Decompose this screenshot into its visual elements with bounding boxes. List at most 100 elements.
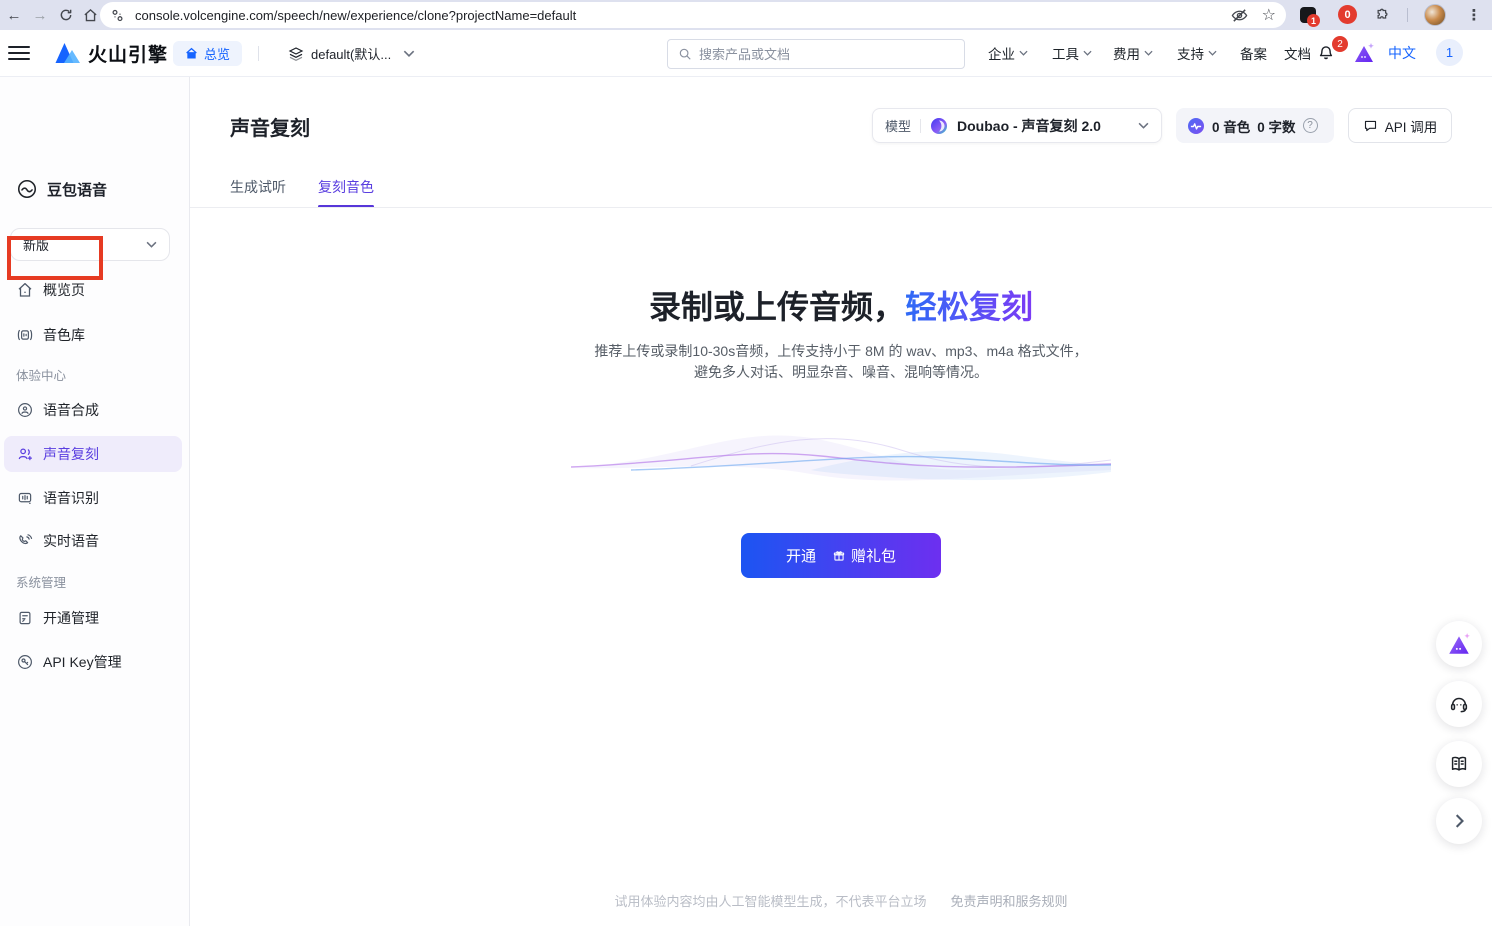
- api-call-button[interactable]: API 调用: [1348, 108, 1452, 143]
- overview-button[interactable]: 总览: [173, 41, 242, 66]
- usage-stats: 0 音色 0 字数 ?: [1176, 108, 1334, 143]
- tab-generate-preview[interactable]: 生成试听: [230, 177, 286, 197]
- tab-clone-voice[interactable]: 复刻音色: [318, 177, 374, 197]
- sidebar-item-label: API Key管理: [43, 652, 122, 672]
- product-header: 豆包语音: [16, 178, 107, 200]
- nav-menu-icp[interactable]: 备案: [1240, 42, 1267, 64]
- model-selector[interactable]: 模型 Doubao - 声音复刻 2.0: [872, 108, 1162, 143]
- hero-title-main: 录制或上传音频，: [649, 289, 905, 325]
- gift-pack: 赠礼包: [832, 545, 896, 566]
- forward-icon[interactable]: →: [28, 0, 52, 30]
- char-count: 0 字数: [1257, 116, 1295, 136]
- bookmark-star-icon[interactable]: ☆: [1262, 5, 1276, 25]
- site-info-icon[interactable]: [110, 8, 125, 23]
- notification-badge: 2: [1332, 36, 1348, 52]
- help-icon[interactable]: ?: [1303, 118, 1318, 133]
- product-name: 豆包语音: [47, 179, 107, 200]
- eye-off-icon[interactable]: [1231, 7, 1248, 24]
- page-title: 声音复刻: [230, 112, 310, 141]
- voice-clone-icon: [16, 445, 34, 463]
- nav-menu-support[interactable]: 支持: [1177, 42, 1217, 64]
- language-switch[interactable]: 中文: [1388, 43, 1416, 63]
- adblock-icon[interactable]: 0: [1338, 5, 1357, 24]
- extension-badge: 1: [1307, 14, 1320, 27]
- browser-toolbar: ← → console.volcengine.com/speech/new/ex…: [0, 0, 1492, 30]
- key-icon: [16, 653, 34, 671]
- address-bar[interactable]: console.volcengine.com/speech/new/experi…: [100, 2, 1286, 28]
- nav-menu-enterprise[interactable]: 企业: [988, 42, 1028, 64]
- hero-description: 推荐上传或录制10-30s音频，上传支持小于 8M 的 wav、mp3、m4a …: [190, 341, 1492, 383]
- menu-label: 工具: [1052, 43, 1079, 63]
- logo-text: 火山引擎: [88, 40, 168, 67]
- layers-icon: [288, 46, 304, 62]
- refresh-icon[interactable]: [54, 0, 78, 30]
- chevron-down-icon: [1083, 50, 1092, 56]
- search-icon: [678, 47, 692, 61]
- nav-menu-billing[interactable]: 费用: [1113, 42, 1153, 64]
- back-icon[interactable]: ←: [2, 0, 26, 30]
- notifications-button[interactable]: 2: [1316, 41, 1340, 65]
- volcengine-mountain-icon: [55, 42, 81, 64]
- volcengine-logo[interactable]: 火山引擎: [55, 38, 168, 68]
- extensions-puzzle-icon[interactable]: [1370, 0, 1394, 30]
- chevron-down-icon: [146, 241, 157, 248]
- chevron-down-icon: [1019, 50, 1028, 56]
- sidebar-item-label: 语音识别: [43, 488, 99, 508]
- support-fab[interactable]: [1436, 681, 1482, 727]
- chevron-down-icon: [1138, 122, 1149, 129]
- ai-assistant-icon[interactable]: [1352, 41, 1376, 65]
- docs-fab[interactable]: [1436, 741, 1482, 787]
- footer-terms-link[interactable]: 免责声明和服务规则: [951, 894, 1068, 909]
- activate-label: 开通: [786, 545, 816, 566]
- browser-menu-icon[interactable]: ⋮: [1462, 0, 1486, 30]
- sidebar-item-voice-clone[interactable]: 声音复刻: [4, 436, 182, 472]
- nav-menu-tools[interactable]: 工具: [1052, 42, 1092, 64]
- toolbar-divider: [1407, 8, 1408, 22]
- global-search[interactable]: [667, 39, 965, 69]
- speech-recognition-icon: [16, 489, 34, 507]
- sidebar-item-realtime[interactable]: 实时语音: [4, 523, 182, 559]
- hamburger-menu-icon[interactable]: [8, 43, 30, 63]
- account-avatar[interactable]: 1: [1436, 39, 1463, 66]
- speech-synthesis-icon: [16, 401, 34, 419]
- realtime-voice-icon: [16, 532, 34, 550]
- menu-label: 费用: [1113, 43, 1140, 63]
- project-name: default(默认...: [311, 44, 391, 63]
- activate-button[interactable]: 开通 赠礼包: [741, 533, 941, 578]
- project-switcher[interactable]: default(默认...: [288, 41, 420, 66]
- home-small-icon: [185, 47, 198, 60]
- sidebar-section-system: 系统管理: [16, 572, 66, 591]
- sidebar-item-voice-library[interactable]: 音色库: [4, 317, 182, 353]
- nav-menu-docs[interactable]: 文档: [1284, 42, 1311, 64]
- chat-bubble-icon: [1363, 118, 1378, 133]
- url-text: console.volcengine.com/speech/new/experi…: [135, 8, 1223, 23]
- hero-desc-line2: 避免多人对话、明显杂音、噪音、混响等情况。: [190, 362, 1492, 383]
- footer: 试用体验内容均由人工智能模型生成，不代表平台立场免责声明和服务规则: [190, 891, 1492, 910]
- document-icon: [16, 609, 34, 627]
- version-select[interactable]: 新版: [10, 228, 170, 261]
- sidebar-item-asr[interactable]: 语音识别: [4, 480, 182, 516]
- console-top-nav: 火山引擎 总览 default(默认... 企业 工具 费用 支: [0, 30, 1492, 77]
- gift-label: 赠礼包: [851, 545, 896, 566]
- sidebar-item-label: 声音复刻: [43, 444, 99, 464]
- search-input[interactable]: [699, 47, 954, 62]
- home-icon[interactable]: [78, 0, 102, 30]
- model-label: 模型: [885, 116, 911, 135]
- menu-label: 文档: [1284, 43, 1311, 63]
- divider: [920, 119, 921, 133]
- menu-label: 企业: [988, 43, 1015, 63]
- hero-title: 录制或上传音频，轻松复刻: [190, 287, 1492, 327]
- chevron-down-icon: [1144, 50, 1153, 56]
- sidebar-item-activation[interactable]: 开通管理: [4, 600, 182, 636]
- sidebar-item-overview[interactable]: 概览页: [4, 272, 182, 308]
- sidebar-item-tts[interactable]: 语音合成: [4, 392, 182, 428]
- doubao-model-icon: [930, 117, 948, 135]
- browser-profile-avatar[interactable]: [1424, 4, 1446, 26]
- ai-assistant-fab[interactable]: [1436, 621, 1482, 667]
- version-label: 新版: [23, 235, 49, 254]
- voice-card-icon: [16, 326, 34, 344]
- menu-label: 备案: [1240, 43, 1267, 63]
- sidebar-item-label: 开通管理: [43, 608, 99, 628]
- sidebar-item-api-key[interactable]: API Key管理: [4, 644, 182, 680]
- collapse-fab[interactable]: [1436, 798, 1482, 844]
